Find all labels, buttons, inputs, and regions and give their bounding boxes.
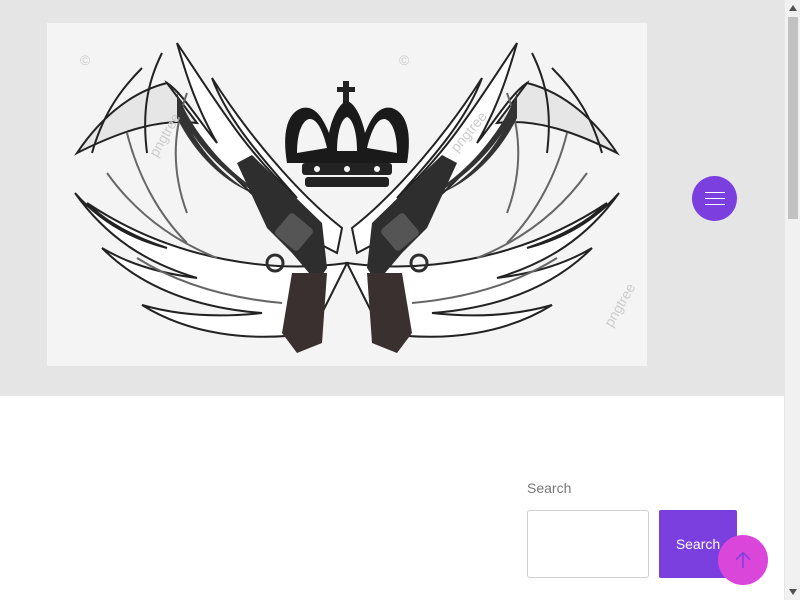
site-header: © © pngtree pngtree pngtree	[0, 0, 784, 396]
search-input[interactable]	[527, 510, 649, 578]
logo-watermark-text: pngtree	[601, 280, 639, 329]
scroll-to-top-button[interactable]	[718, 535, 768, 585]
winged-guns-crown-logo-image: © © pngtree pngtree pngtree	[74, 42, 639, 353]
site-logo[interactable]: © © pngtree pngtree pngtree	[47, 23, 647, 366]
vertical-scrollbar[interactable]	[784, 0, 800, 600]
logo-copyright-mark: ©	[80, 52, 91, 68]
page: © © pngtree pngtree pngtree Search Searc…	[0, 0, 800, 600]
scrollbar-thumb[interactable]	[788, 17, 798, 219]
arrow-up-icon	[735, 551, 751, 569]
menu-toggle-button[interactable]	[692, 176, 737, 221]
scroll-down-arrow-icon[interactable]	[785, 584, 800, 600]
crown-icon	[285, 81, 409, 187]
search-label: Search	[527, 480, 572, 496]
logo-copyright-mark: ©	[399, 52, 410, 68]
hamburger-icon	[704, 191, 725, 206]
scroll-up-arrow-icon[interactable]	[785, 0, 800, 16]
